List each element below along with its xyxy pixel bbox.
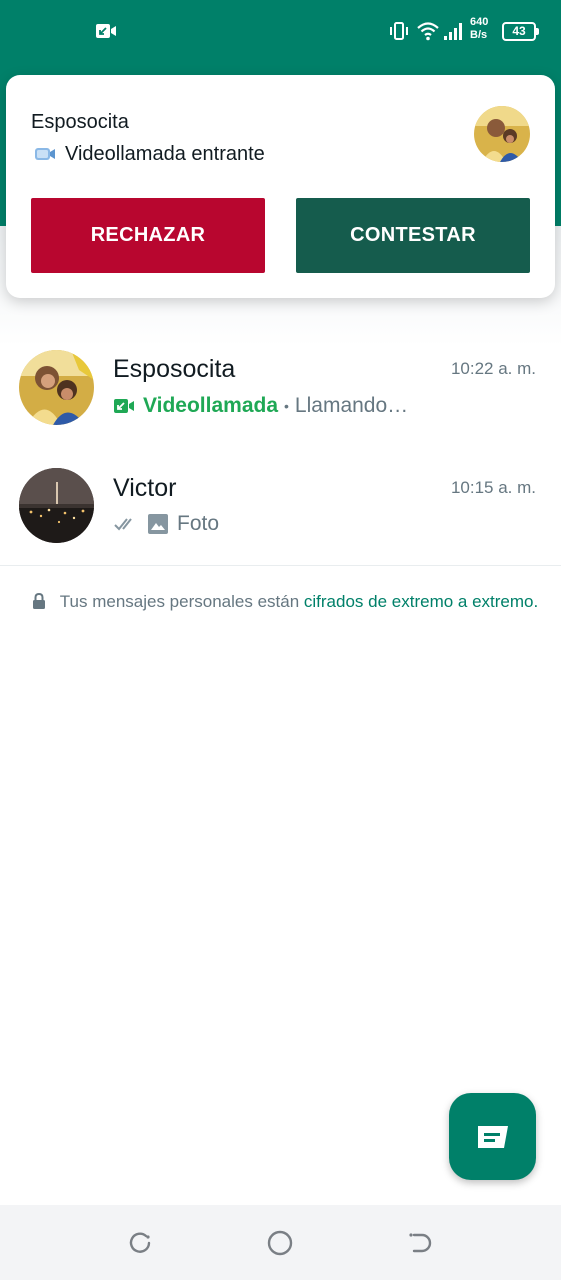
- preview-text: Foto: [177, 512, 220, 535]
- reject-call-button[interactable]: RECHAZAR: [31, 198, 265, 273]
- encryption-notice[interactable]: Tus mensajes personales están cifrados d…: [30, 590, 540, 613]
- contact-avatar[interactable]: [19, 350, 94, 425]
- caller-name: Esposocita: [31, 111, 129, 133]
- signal-icon: [444, 23, 462, 40]
- home-icon[interactable]: [266, 1229, 294, 1257]
- video-call-emoji-icon: [35, 148, 55, 160]
- call-subtitle: Videollamada entrante: [33, 141, 265, 167]
- photo-icon: [148, 514, 168, 534]
- battery-level: 43: [512, 24, 526, 38]
- contact-name: Esposocita: [113, 355, 236, 383]
- call-subtitle-text: Videollamada entrante: [65, 142, 265, 165]
- chat-list-item[interactable]: Victor 10:15 a. m. Foto: [0, 460, 561, 578]
- message-preview: Foto: [113, 510, 219, 538]
- status-bar: 640 B/s 43: [0, 0, 561, 62]
- call-type-label: Videollamada: [143, 394, 279, 417]
- encryption-text: Tus mensajes personales están: [59, 592, 300, 611]
- back-icon[interactable]: [406, 1229, 434, 1257]
- new-chat-icon: [477, 1125, 508, 1148]
- battery-icon: 43: [502, 22, 539, 41]
- message-preview: Videollamada • Llamando…: [113, 392, 408, 420]
- lock-icon: [32, 593, 45, 609]
- network-speed-unit: B/s: [470, 29, 488, 41]
- system-navigation-bar: [0, 1205, 561, 1280]
- preview-text: Llamando…: [294, 394, 409, 417]
- caller-avatar: [474, 106, 530, 162]
- network-speed: 640 B/s: [470, 16, 500, 42]
- vibrate-icon: [390, 22, 408, 40]
- recents-icon[interactable]: [126, 1229, 154, 1257]
- contact-name: Victor: [113, 474, 177, 502]
- double-check-icon: [114, 518, 132, 531]
- incoming-video-icon: [114, 399, 134, 413]
- wifi-icon: [417, 22, 439, 41]
- video-call-icon: [96, 24, 116, 38]
- contact-avatar[interactable]: [19, 468, 94, 543]
- chat-list-item[interactable]: Esposocita 10:22 a. m. Videollamada • Ll…: [0, 341, 561, 459]
- message-time: 10:22 a. m.: [450, 359, 536, 378]
- incoming-call-notification[interactable]: Esposocita Videollamada entrante RECHAZA…: [6, 75, 555, 298]
- list-divider: [0, 565, 561, 566]
- preview-separator: •: [284, 398, 289, 414]
- encryption-link[interactable]: cifrados de extremo a extremo: [304, 592, 534, 611]
- new-chat-button[interactable]: [449, 1093, 536, 1180]
- accept-call-button[interactable]: CONTESTAR: [296, 198, 530, 273]
- network-speed-value: 640: [470, 16, 489, 28]
- encryption-suffix: .: [533, 592, 539, 611]
- message-time: 10:15 a. m.: [450, 478, 536, 497]
